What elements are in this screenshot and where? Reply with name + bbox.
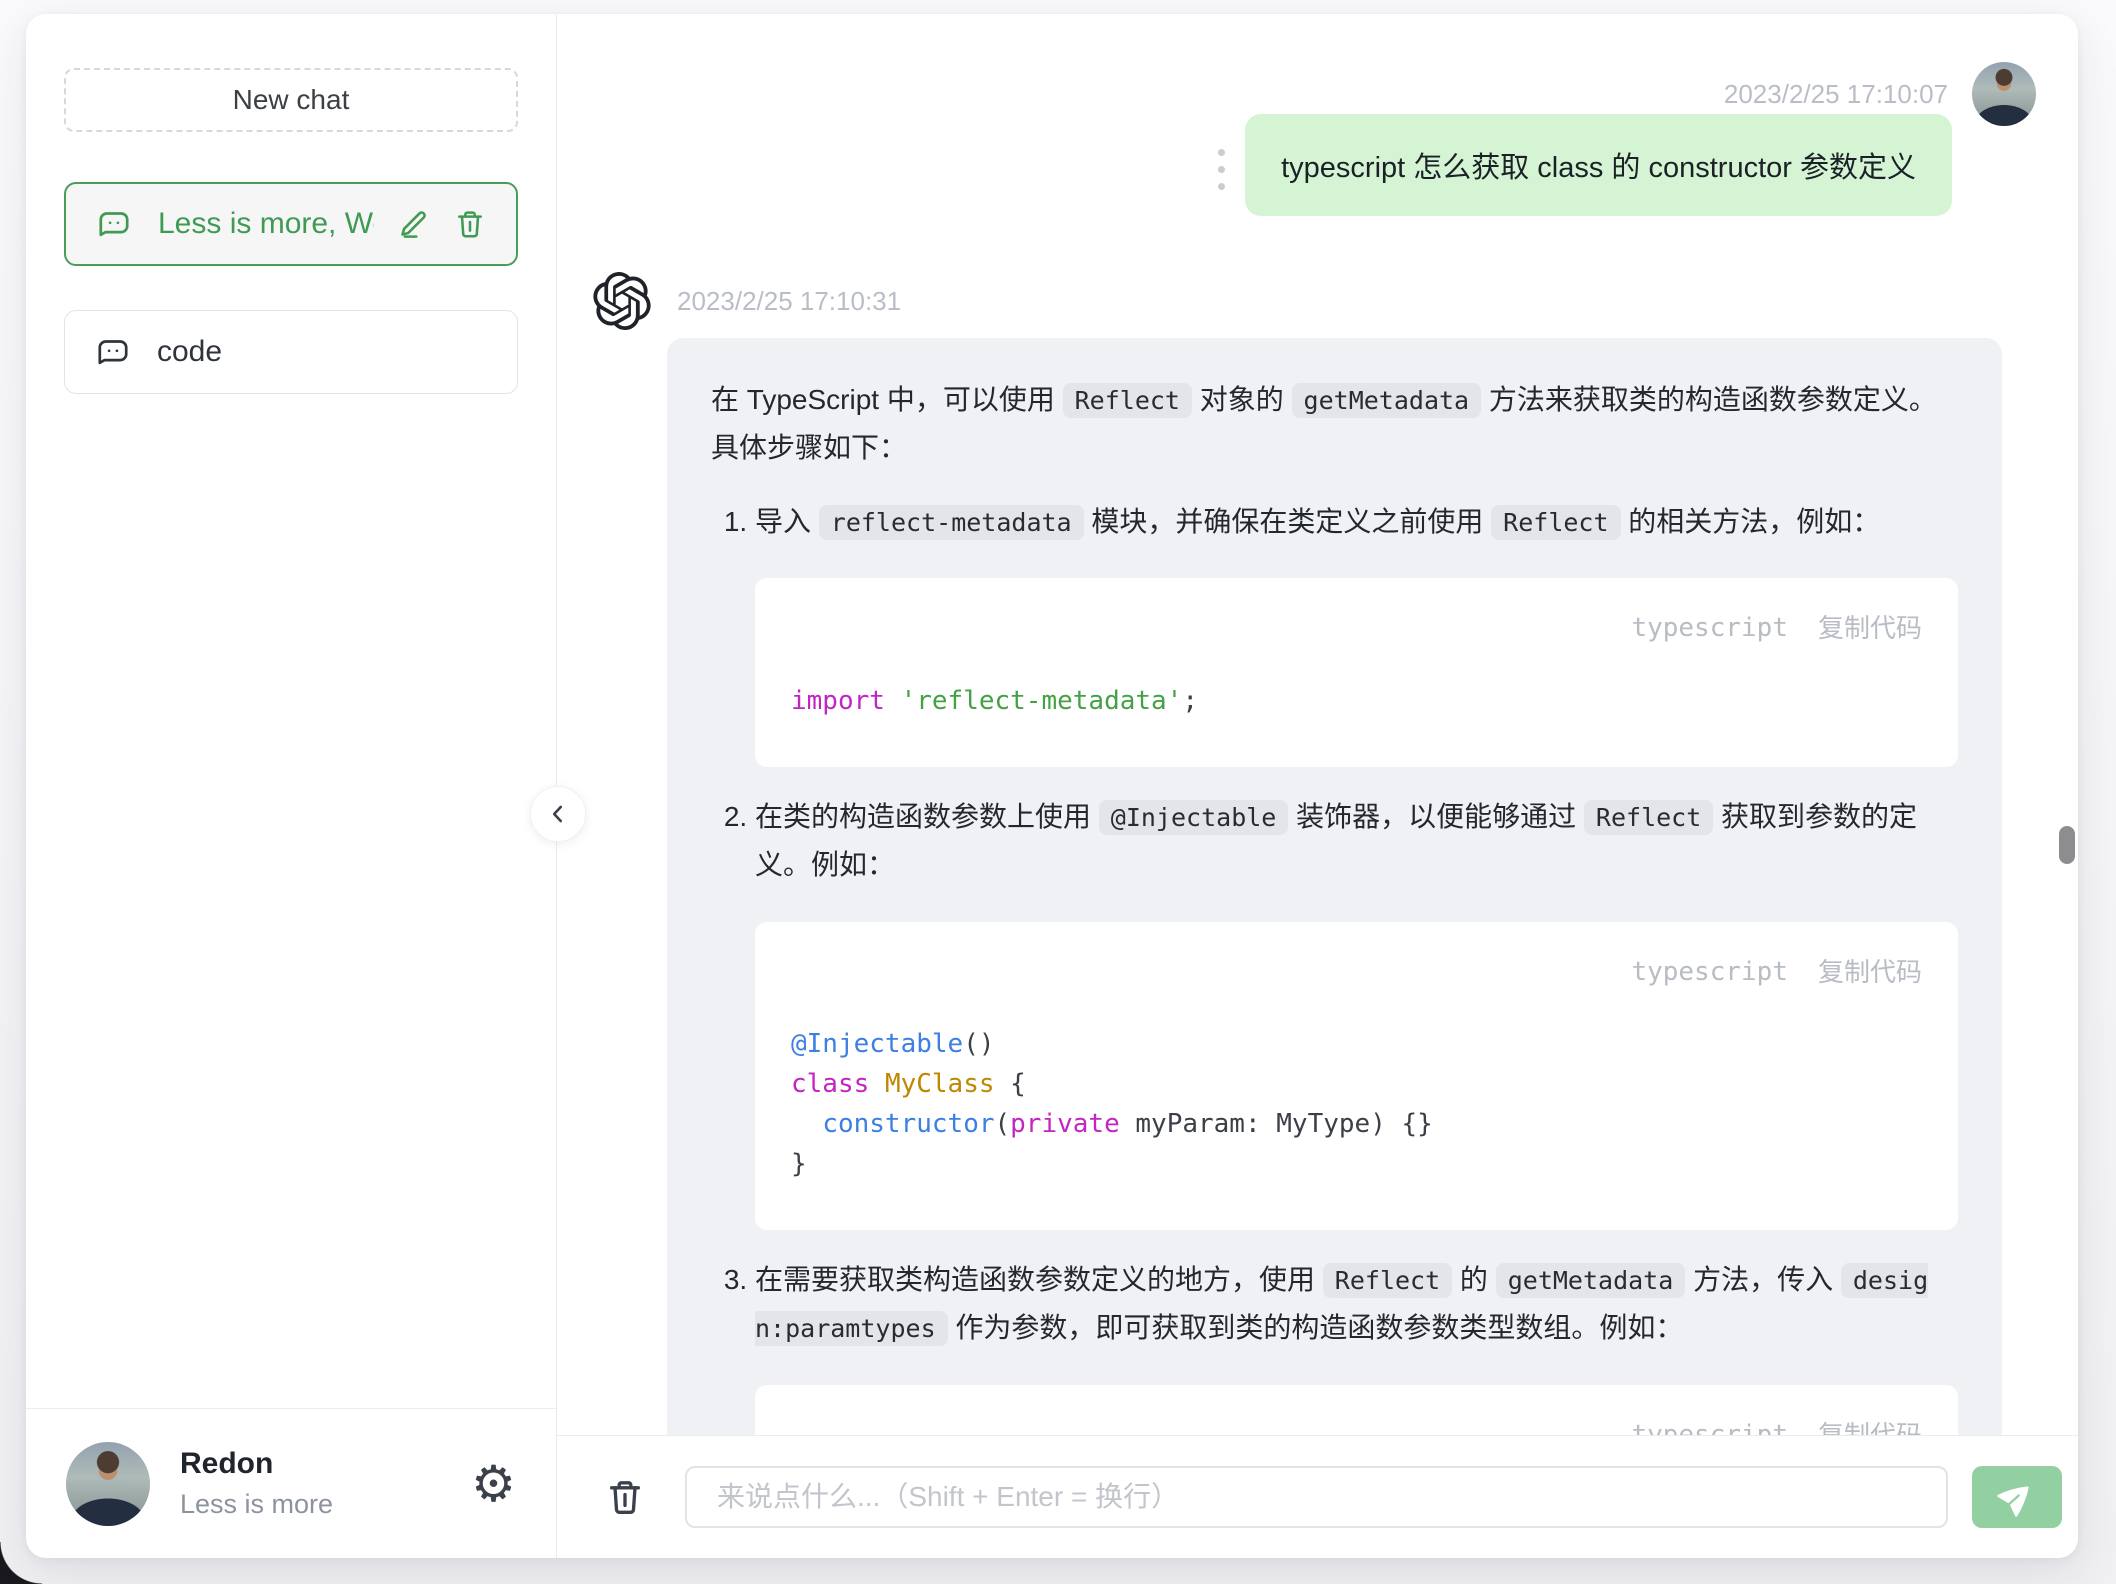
- code-block-header: typescript 复制代码: [791, 1413, 1922, 1435]
- assistant-step: 在类的构造函数参数上使用 @Injectable 装饰器，以便能够通过 Refl…: [755, 793, 1958, 1230]
- app-window: New chat Less is more, Wor...: [26, 14, 2078, 1558]
- assistant-message-bubble: 在 TypeScript 中，可以使用 Reflect 对象的 getMetad…: [667, 338, 2002, 1435]
- user-message-timestamp: 2023/2/25 17:10:07: [1724, 79, 1948, 110]
- code-block: typescript 复制代码 import 'reflect-metadata…: [755, 578, 1958, 767]
- profile-text: Redon Less is more: [180, 1447, 333, 1520]
- scrollbar-thumb[interactable]: [2059, 826, 2075, 864]
- code-block-header: typescript 复制代码: [791, 950, 1922, 995]
- code-block: typescript 复制代码 const constructorArgs = …: [755, 1385, 1958, 1435]
- code-language-label: typescript: [1631, 950, 1788, 995]
- conversation-title: Less is more, Wor...: [158, 207, 374, 241]
- conversation-title: code: [157, 335, 487, 369]
- chat-bubble-icon: [95, 334, 131, 370]
- step-text: 在类的构造函数参数上使用 @Injectable 装饰器，以便能够通过 Refl…: [755, 801, 1917, 880]
- delete-icon[interactable]: [454, 208, 486, 240]
- send-button[interactable]: [1972, 1466, 2062, 1528]
- step-text: 导入 reflect-metadata 模块，并确保在类定义之前使用 Refle…: [755, 506, 1880, 537]
- message-input[interactable]: [685, 1466, 1948, 1528]
- step-text: 在需要获取类构造函数参数定义的地方，使用 Reflect 的 getMetada…: [755, 1264, 1928, 1343]
- inline-code: Reflect: [1323, 1263, 1452, 1298]
- sidebar-footer: Redon Less is more ⚙: [26, 1408, 556, 1558]
- assistant-intro: 在 TypeScript 中，可以使用 Reflect 对象的 getMetad…: [711, 376, 1958, 472]
- code-block: typescript 复制代码 @Injectable()class MyCla…: [755, 922, 1958, 1231]
- assistant-message-timestamp: 2023/2/25 17:10:31: [677, 286, 901, 317]
- copy-code-button[interactable]: 复制代码: [1818, 950, 1922, 995]
- chat-bubble-icon: [96, 206, 132, 242]
- code-content: @Injectable()class MyClass { constructor…: [791, 1024, 1922, 1184]
- inline-code: getMetadata: [1496, 1263, 1686, 1298]
- assistant-steps: 导入 reflect-metadata 模块，并确保在类定义之前使用 Refle…: [711, 498, 1958, 1435]
- inline-code: Reflect: [1584, 800, 1713, 835]
- paper-plane-icon: [1992, 1472, 2043, 1523]
- clear-chat-trash-icon[interactable]: [605, 1477, 645, 1517]
- edit-icon[interactable]: [398, 208, 430, 240]
- sidebar-item-conversation-code[interactable]: code: [64, 310, 518, 394]
- new-chat-button[interactable]: New chat: [64, 68, 518, 132]
- composer-bar: [557, 1435, 2078, 1558]
- inline-code: @Injectable: [1099, 800, 1289, 835]
- user-avatar: [1972, 62, 2036, 126]
- inline-code: reflect-metadata: [819, 505, 1084, 540]
- assistant-message-meta: 2023/2/25 17:10:31: [557, 272, 2078, 330]
- inline-code: getMetadata: [1292, 383, 1482, 418]
- code-block-header: typescript 复制代码: [791, 606, 1922, 651]
- user-message-bubble: typescript 怎么获取 class 的 constructor 参数定义: [1245, 114, 1952, 216]
- code-language-label: typescript: [1631, 606, 1788, 651]
- user-avatar: [66, 1442, 150, 1526]
- sidebar-item-conversation-less-is-more[interactable]: Less is more, Wor...: [64, 182, 518, 266]
- assistant-step: 导入 reflect-metadata 模块，并确保在类定义之前使用 Refle…: [755, 498, 1958, 767]
- chat-main: 2023/2/25 17:10:07 typescript 怎么获取 class…: [557, 14, 2078, 1558]
- chatgpt-logo-icon: [593, 272, 651, 330]
- gear-icon[interactable]: ⚙: [471, 1459, 516, 1509]
- user-message-row: typescript 怎么获取 class 的 constructor 参数定义: [557, 114, 2078, 216]
- profile-subtitle: Less is more: [180, 1489, 333, 1520]
- code-language-label: typescript: [1631, 1413, 1788, 1435]
- assistant-step: 在需要获取类构造函数参数定义的地方，使用 Reflect 的 getMetada…: [755, 1256, 1958, 1435]
- message-list: 2023/2/25 17:10:07 typescript 怎么获取 class…: [557, 14, 2078, 1435]
- chevron-left-icon: [545, 801, 571, 827]
- profile-name: Redon: [180, 1447, 333, 1481]
- sidebar: New chat Less is more, Wor...: [26, 14, 557, 1558]
- sidebar-collapse-button[interactable]: [530, 786, 586, 842]
- copy-code-button[interactable]: 复制代码: [1818, 1413, 1922, 1435]
- inline-code: Reflect: [1063, 383, 1192, 418]
- inline-code: Reflect: [1491, 505, 1620, 540]
- code-content: import 'reflect-metadata';: [791, 681, 1922, 721]
- message-menu-dots-icon[interactable]: [1218, 149, 1225, 190]
- copy-code-button[interactable]: 复制代码: [1818, 606, 1922, 651]
